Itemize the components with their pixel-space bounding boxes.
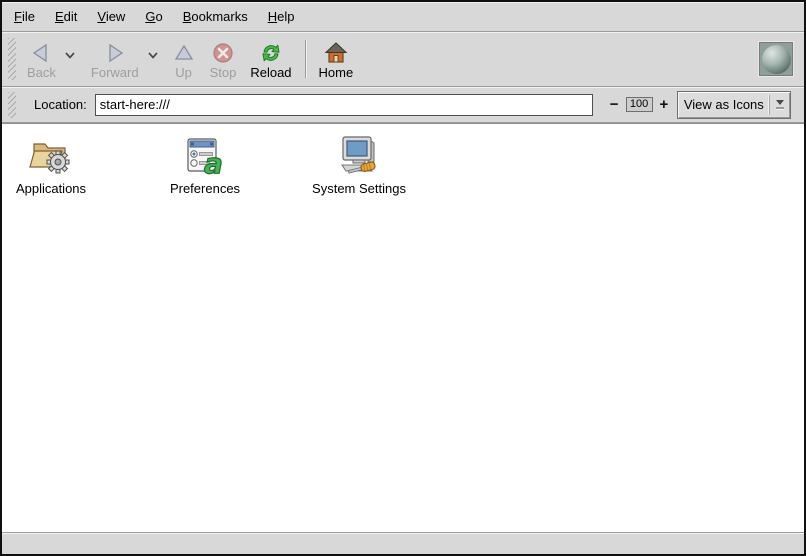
back-arrow-icon [29,41,53,65]
reload-button[interactable]: Reload [244,36,297,82]
menu-file-label: ile [22,9,35,24]
menu-go-label: o [155,9,162,24]
menu-view-label: iew [106,9,126,24]
applications-folder-icon [28,134,74,178]
menu-help[interactable]: Help [258,6,305,27]
menu-help-mnemonic: H [268,9,277,24]
stop-icon [211,41,235,65]
applications-item[interactable]: Applications [5,134,97,196]
up-arrow-icon [172,41,196,65]
location-input[interactable] [95,94,593,116]
reload-button-label: Reload [250,65,291,80]
menu-file[interactable]: File [4,6,45,27]
home-button-label: Home [319,65,354,80]
menu-view[interactable]: View [87,6,135,27]
location-label: Location: [34,97,87,112]
toolbar: Back Forward Up [2,32,804,87]
menu-edit-label: dit [64,9,78,24]
toolbar-separator [305,40,306,78]
menu-edit[interactable]: Edit [45,6,87,27]
menu-bookmarks-label: ookmarks [191,9,247,24]
back-button[interactable]: Back [21,36,62,82]
home-icon [324,41,348,65]
preferences-label: Preferences [170,181,240,196]
system-settings-item[interactable]: System Settings [303,134,415,196]
stop-button[interactable]: Stop [204,36,243,82]
system-settings-icon [334,134,384,178]
zoom-in-button[interactable]: + [660,98,669,112]
reload-icon [259,41,283,65]
forward-history-dropdown[interactable] [145,51,161,60]
back-button-label: Back [27,65,56,80]
dropdown-arrow-icon [769,95,790,115]
throbber [759,42,793,76]
zoom-out-button[interactable]: − [610,98,619,112]
up-button[interactable]: Up [166,36,202,82]
menu-view-mnemonic: V [97,9,105,24]
menu-go-mnemonic: G [145,9,155,24]
menu-help-label: elp [277,9,294,24]
preferences-item[interactable]: a Preferences [159,134,251,196]
toolbar-grip[interactable] [8,38,16,80]
status-bar [2,532,804,554]
view-mode-dropdown[interactable]: View as Icons [677,91,791,119]
preferences-glyph: a [204,147,223,178]
applications-label: Applications [16,181,86,196]
stop-button-label: Stop [210,65,237,80]
menubar: File Edit View Go Bookmarks Help [2,2,804,32]
menu-bookmarks[interactable]: Bookmarks [173,6,258,27]
back-history-dropdown[interactable] [62,51,78,60]
location-bar-grip[interactable] [8,92,16,118]
folder-view: Applications a Preferences [2,123,804,532]
home-button[interactable]: Home [313,36,360,82]
forward-button[interactable]: Forward [85,36,145,82]
system-settings-label: System Settings [312,181,406,196]
forward-arrow-icon [103,41,127,65]
file-manager-window: File Edit View Go Bookmarks Help Back Fo… [0,0,806,556]
preferences-icon: a [182,134,228,178]
zoom-level-indicator: 100 [626,97,653,112]
forward-button-label: Forward [91,65,139,80]
view-mode-label: View as Icons [678,97,769,112]
location-bar: Location: − 100 + View as Icons [2,87,804,123]
chevron-down-icon [147,51,159,60]
up-button-label: Up [175,65,192,80]
menu-file-mnemonic: F [14,9,22,24]
chevron-down-icon [64,51,76,60]
throbber-sphere-icon [762,45,791,74]
menu-edit-mnemonic: E [55,9,64,24]
menu-go[interactable]: Go [135,6,172,27]
